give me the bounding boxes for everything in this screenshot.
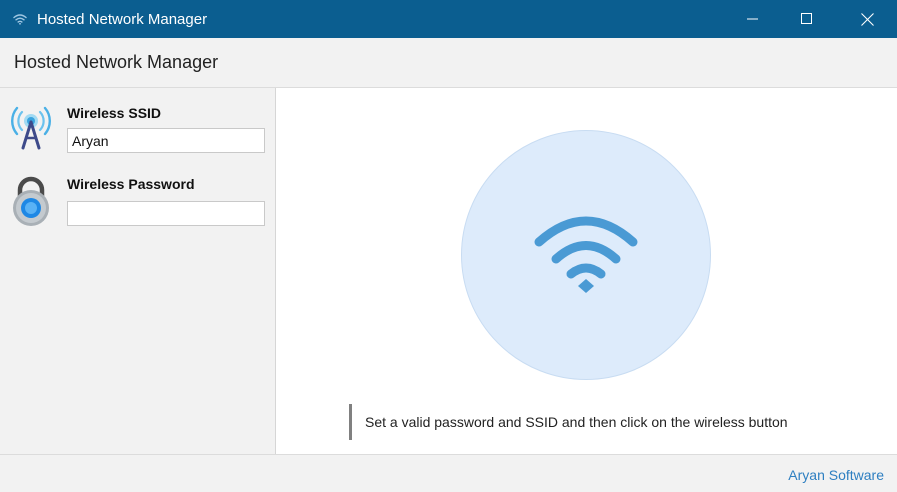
antenna-icon [8,100,54,156]
instruction-text: Set a valid password and SSID and then c… [349,404,788,440]
password-label: Wireless Password [67,176,195,192]
wifi-icon [12,11,28,27]
vendor-link[interactable]: Aryan Software [788,467,884,483]
ssid-input[interactable] [67,128,265,153]
main-panel: Set a valid password and SSID and then c… [276,88,897,454]
minimize-icon [747,18,758,20]
sidebar: Wireless SSID Wireless Password [0,88,276,454]
close-button[interactable] [838,0,896,38]
maximize-icon [801,13,812,24]
wireless-toggle-button[interactable] [461,130,711,380]
wifi-icon [534,216,638,293]
title-bar: Hosted Network Manager [0,0,897,38]
padlock-icon [8,172,54,228]
password-input[interactable] [67,201,265,226]
close-icon [860,12,874,26]
status-bar: Aryan Software [0,454,897,492]
app-header: Hosted Network Manager [0,38,897,88]
maximize-button[interactable] [778,0,836,38]
ssid-label: Wireless SSID [67,105,162,121]
page-title: Hosted Network Manager [14,52,219,72]
window-title: Hosted Network Manager [37,10,208,28]
minimize-button[interactable] [724,0,782,38]
